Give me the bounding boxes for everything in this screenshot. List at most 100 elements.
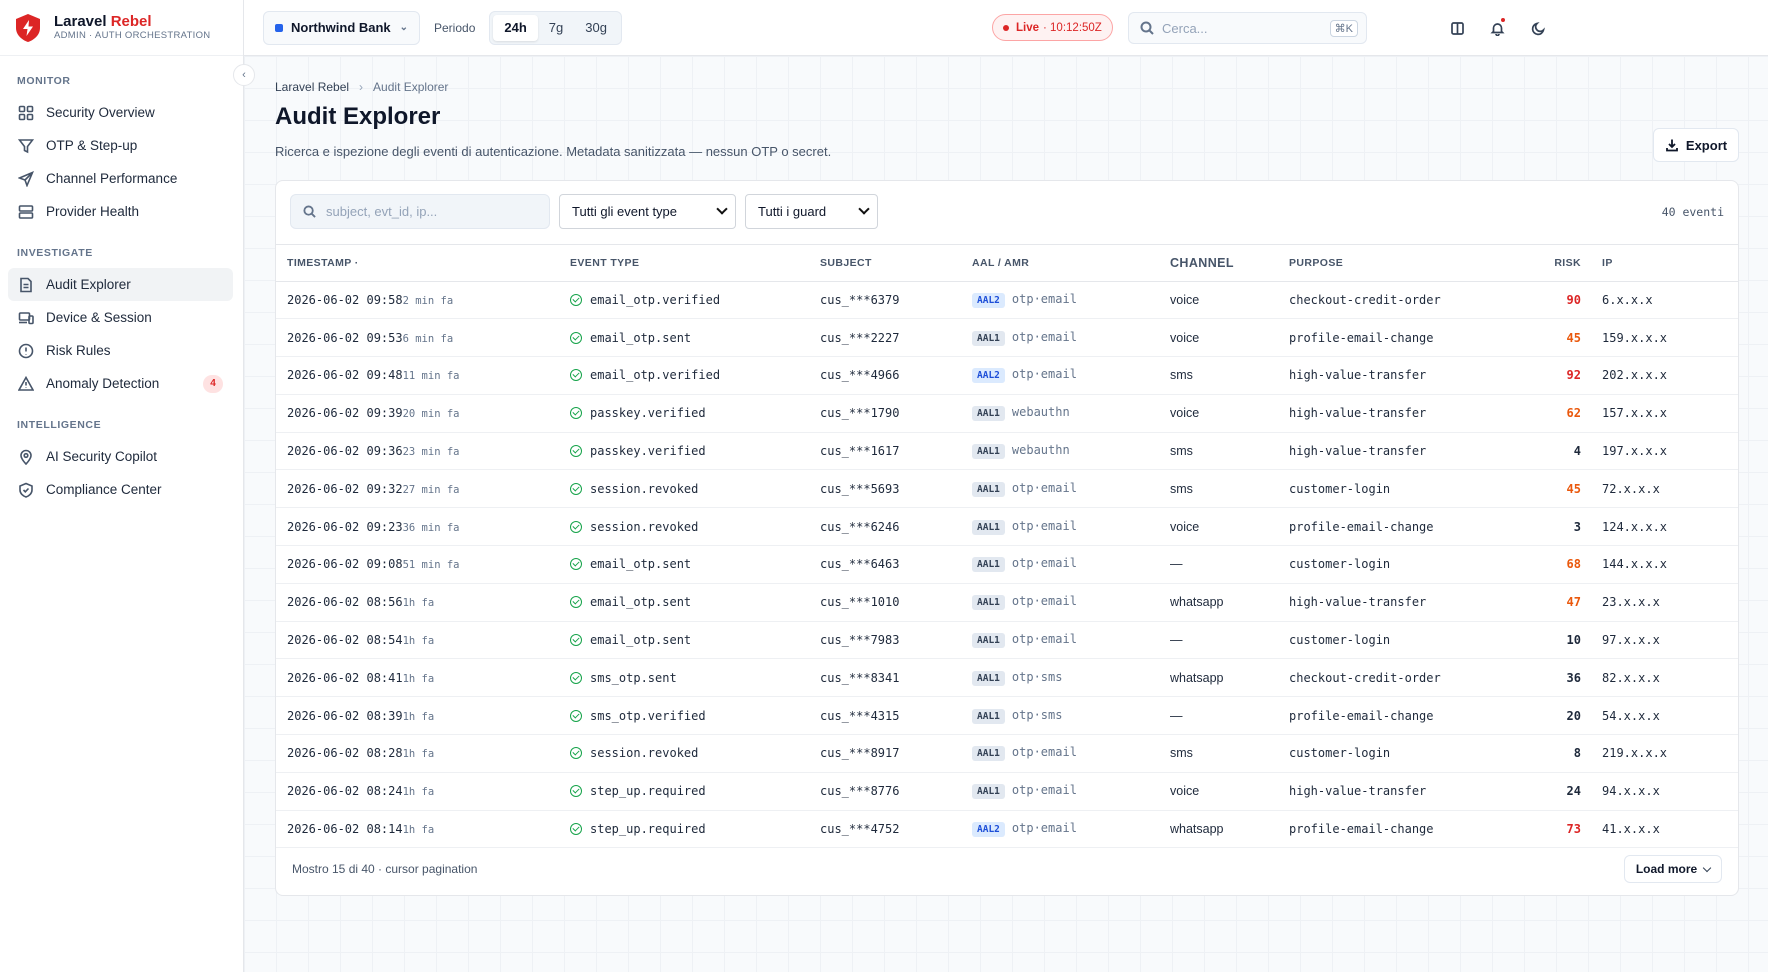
cell-event-type: step_up.required xyxy=(570,772,820,811)
cell-subject[interactable]: cus_***4315 xyxy=(820,696,972,736)
cell-aal-amr: AAL1 otp·sms xyxy=(972,696,1170,736)
collapse-sidebar-button[interactable]: ‹ xyxy=(233,64,255,86)
col-timestamp[interactable]: TIMESTAMP · xyxy=(276,245,570,282)
sidebar-item-anomaly-detection[interactable]: Anomaly Detection 4 xyxy=(8,367,233,400)
sidebar-item-label: Compliance Center xyxy=(46,482,162,497)
notifications-button[interactable] xyxy=(1486,17,1508,39)
cell-subject[interactable]: cus_***4966 xyxy=(820,356,972,395)
col-event-type[interactable]: EVENT TYPE xyxy=(570,245,820,282)
global-search-input[interactable]: Cerca... ⌘K xyxy=(1128,12,1367,44)
audit-events-table: TIMESTAMP · EVENT TYPE SUBJECT AAL / AMR… xyxy=(276,245,1738,849)
tenant-name: Northwind Bank xyxy=(291,20,391,35)
cell-subject[interactable]: cus_***6463 xyxy=(820,545,972,584)
cell-event-type: passkey.verified xyxy=(570,432,820,471)
cell-subject[interactable]: cus_***2227 xyxy=(820,318,972,358)
breadcrumb-root[interactable]: Laravel Rebel xyxy=(275,80,349,94)
col-purpose[interactable]: PURPOSE xyxy=(1289,245,1549,282)
cell-purpose: high-value-transfer xyxy=(1289,583,1549,622)
cell-ip: 144.x.x.x xyxy=(1581,545,1738,584)
aal-badge: AAL1 xyxy=(972,406,1005,422)
table-row[interactable]: 2026-06-02 09:2336 min fa session.revoked… xyxy=(276,507,1738,547)
cell-subject[interactable]: cus_***1790 xyxy=(820,394,972,433)
period-option-7g[interactable]: 7g xyxy=(538,15,574,41)
sidebar-item-otp-step-up[interactable]: OTP & Step-up xyxy=(8,129,233,162)
live-indicator[interactable]: Live · 10:12:50Z xyxy=(992,14,1113,41)
table-row[interactable]: 2026-06-02 08:541h fa email_otp.sent cus_*… xyxy=(276,621,1738,660)
columns-toggle-button[interactable] xyxy=(1446,17,1468,39)
sidebar-item-risk-rules[interactable]: Risk Rules xyxy=(8,334,233,367)
sidebar-item-audit-explorer[interactable]: Audit Explorer xyxy=(8,268,233,301)
col-aal-amr[interactable]: AAL / AMR xyxy=(972,245,1170,282)
cell-subject[interactable]: cus_***1617 xyxy=(820,432,972,471)
sidebar-item-compliance-center[interactable]: Compliance Center xyxy=(8,473,233,506)
table-row[interactable]: 2026-06-02 08:141h fa step_up.required cus… xyxy=(276,810,1738,849)
amr-value: otp·email xyxy=(1011,745,1077,760)
sidebar-item-security-overview[interactable]: Security Overview xyxy=(8,96,233,129)
cell-ip: 202.x.x.x xyxy=(1581,356,1738,395)
relative-time: 2 min fa xyxy=(402,294,454,307)
table-row[interactable]: 2026-06-02 09:3920 min fa passkey.verifie… xyxy=(276,394,1738,433)
table-row[interactable]: 2026-06-02 09:536 min fa email_otp.sent cu… xyxy=(276,318,1738,358)
tenant-selector[interactable]: Northwind Bank ⌄ xyxy=(263,10,420,45)
col-risk[interactable]: RISK xyxy=(1549,245,1581,282)
table-row[interactable]: 2026-06-02 09:4811 min fa email_otp.verif… xyxy=(276,356,1738,395)
amr-value: otp·email xyxy=(1011,821,1077,836)
cell-event-type: sms_otp.verified xyxy=(570,696,820,736)
period-option-24h[interactable]: 24h xyxy=(493,14,538,41)
main-content: Laravel Rebel › Audit Explorer Audit Exp… xyxy=(244,56,1768,972)
guard-select[interactable]: Tutti i guard xyxy=(745,194,878,229)
export-button[interactable]: Export xyxy=(1653,128,1739,162)
amr-value: otp·email xyxy=(1011,518,1077,533)
cell-risk: 90 xyxy=(1549,281,1581,320)
cell-subject[interactable]: cus_***8917 xyxy=(820,734,972,773)
cell-timestamp: 2026-06-02 09:0851 min fa xyxy=(276,545,570,584)
cell-subject[interactable]: cus_***6246 xyxy=(820,507,972,547)
cell-subject[interactable]: cus_***5693 xyxy=(820,469,972,509)
table-row[interactable]: 2026-06-02 09:3227 min fa session.revoked… xyxy=(276,469,1738,509)
col-ip[interactable]: IP xyxy=(1581,245,1738,282)
table-row[interactable]: 2026-06-02 08:561h fa email_otp.sent cus_*… xyxy=(276,583,1738,622)
cell-subject[interactable]: cus_***4752 xyxy=(820,810,972,849)
sidebar-item-device-session[interactable]: Device & Session xyxy=(8,301,233,334)
col-subject[interactable]: SUBJECT xyxy=(820,245,972,282)
server-icon xyxy=(18,204,34,219)
cell-ip: 159.x.x.x xyxy=(1581,318,1738,358)
sidebar-item-ai-security-copilot[interactable]: AI Security Copilot xyxy=(8,440,233,473)
period-option-30g[interactable]: 30g xyxy=(574,15,618,41)
cell-subject[interactable]: cus_***7983 xyxy=(820,621,972,660)
table-row[interactable]: 2026-06-02 08:281h fa session.revoked cus_… xyxy=(276,734,1738,773)
table-row[interactable]: 2026-06-02 09:582 min fa email_otp.verifi… xyxy=(276,281,1738,320)
aal-badge: AAL1 xyxy=(972,708,1005,724)
table-row[interactable]: 2026-06-02 08:241h fa step_up.required cus… xyxy=(276,772,1738,811)
relative-time: 1h fa xyxy=(402,824,435,837)
cell-ip: 157.x.x.x xyxy=(1581,394,1738,433)
theme-toggle-button[interactable] xyxy=(1527,17,1549,39)
sidebar-item-provider-health[interactable]: Provider Health xyxy=(8,195,233,228)
event-type-select[interactable]: Tutti gli event type xyxy=(559,194,736,229)
load-more-button[interactable]: Load more xyxy=(1624,855,1722,883)
col-channel[interactable]: CHANNEL xyxy=(1170,245,1289,282)
cell-purpose: checkout-credit-order xyxy=(1289,658,1549,698)
check-circle-icon xyxy=(570,823,582,836)
sidebar-item-channel-performance[interactable]: Channel Performance xyxy=(8,162,233,195)
cell-channel: voice xyxy=(1170,772,1289,811)
table-row[interactable]: 2026-06-02 08:391h fa sms_otp.verified cus… xyxy=(276,696,1738,736)
cell-subject[interactable]: cus_***8341 xyxy=(820,658,972,698)
cell-event-type: email_otp.verified xyxy=(570,281,820,320)
cell-channel: — xyxy=(1170,545,1289,584)
cell-subject[interactable]: cus_***1010 xyxy=(820,583,972,622)
table-row[interactable]: 2026-06-02 09:0851 min fa email_otp.sent c… xyxy=(276,545,1738,584)
cell-aal-amr: AAL2 otp·email xyxy=(972,810,1170,849)
table-row[interactable]: 2026-06-02 09:3623 min fa passkey.verifie… xyxy=(276,432,1738,471)
cell-subject[interactable]: cus_***8776 xyxy=(820,772,972,811)
cell-subject[interactable]: cus_***6379 xyxy=(820,281,972,320)
table-row[interactable]: 2026-06-02 08:411h fa sms_otp.sent cus_***… xyxy=(276,658,1738,698)
cell-timestamp: 2026-06-02 09:4811 min fa xyxy=(276,356,570,395)
brand[interactable]: Laravel Rebel ADMIN · AUTH ORCHESTRATION xyxy=(0,0,243,56)
chevron-down-icon xyxy=(858,203,870,215)
cell-event-type: session.revoked xyxy=(570,507,820,547)
amr-value: otp·email xyxy=(1011,632,1077,647)
events-search-input[interactable]: subject, evt_id, ip... xyxy=(290,194,550,229)
cell-timestamp: 2026-06-02 08:281h fa xyxy=(276,734,570,773)
relative-time: 20 min fa xyxy=(402,408,460,421)
